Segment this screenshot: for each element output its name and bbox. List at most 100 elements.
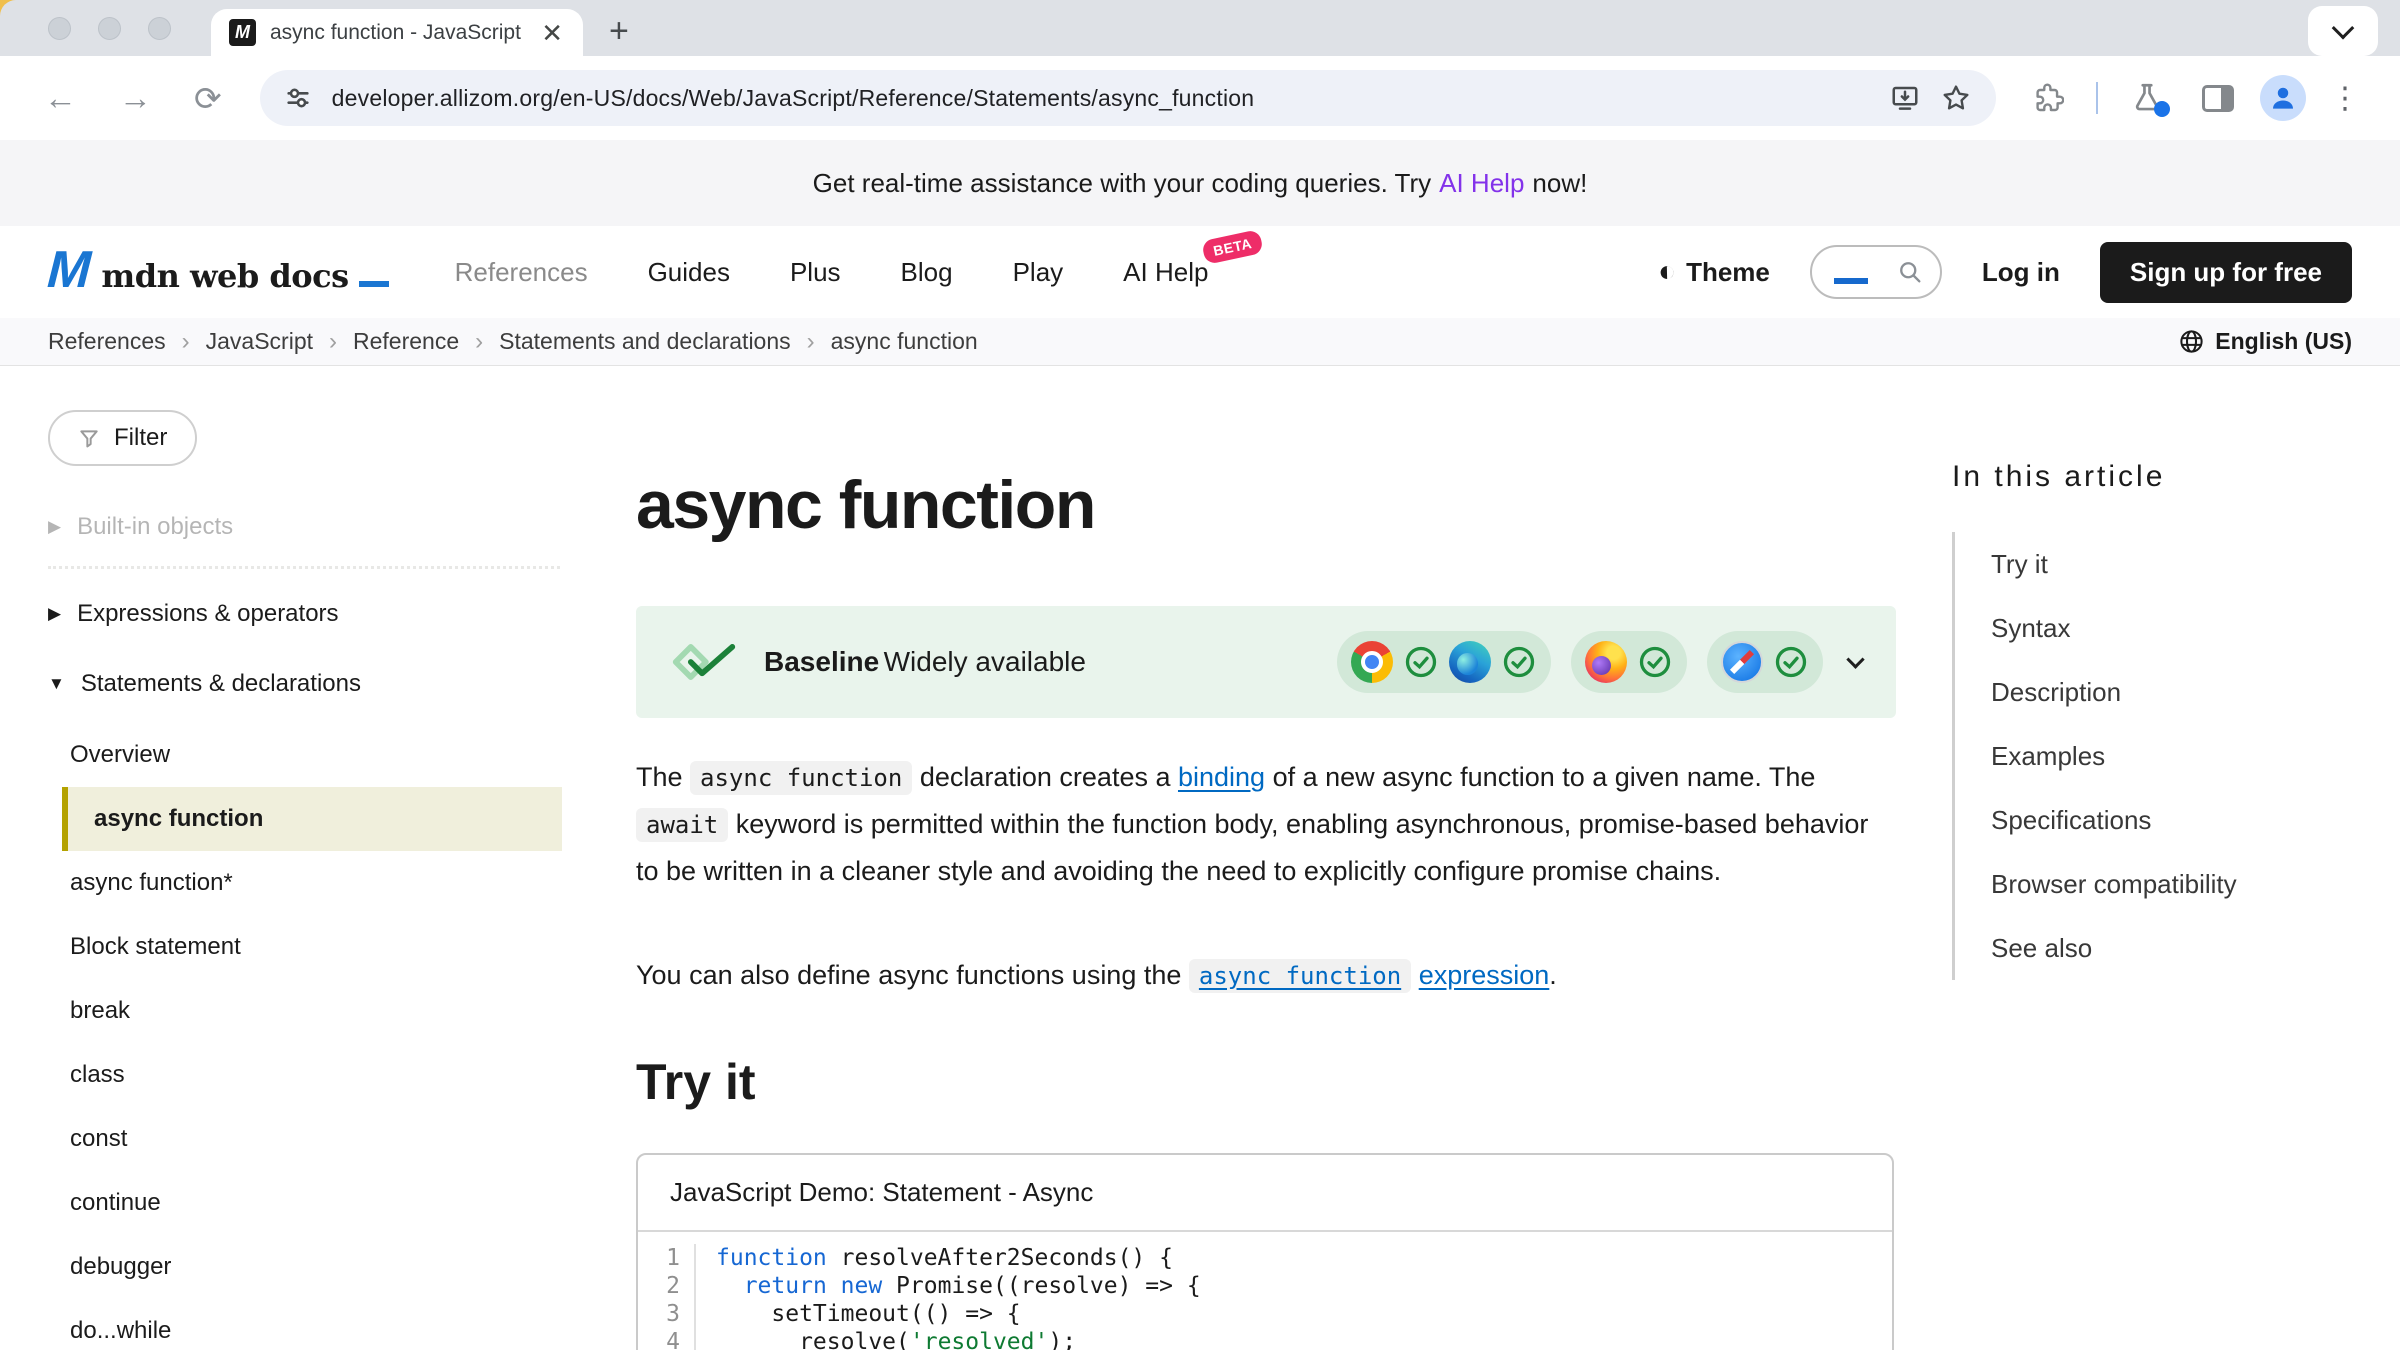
- check-circle-icon: [1773, 644, 1809, 680]
- firefox-support-pill: [1571, 631, 1687, 693]
- main-nav: References Guides Plus Blog Play AI Help…: [455, 257, 1209, 288]
- chevron-right-icon: ›: [329, 328, 337, 356]
- expanded-triangle-icon: ▼: [48, 674, 65, 694]
- toc-item-syntax[interactable]: Syntax: [1991, 596, 2360, 660]
- code-line: 3 setTimeout(() => {: [638, 1300, 1892, 1328]
- url-bar[interactable]: developer.allizom.org/en-US/docs/Web/Jav…: [260, 70, 1996, 126]
- sidebar-item-debugger[interactable]: debugger: [48, 1235, 562, 1299]
- baseline-banner[interactable]: Baseline Widely available: [636, 606, 1896, 718]
- demo-code-editor[interactable]: 1function resolveAfter2Seconds() { 2 ret…: [638, 1232, 1892, 1350]
- sidebar-item-async-function[interactable]: async function: [62, 787, 562, 851]
- code-line: 4 resolve('resolved');: [638, 1328, 1892, 1350]
- ai-help-link[interactable]: AI Help: [1439, 168, 1524, 199]
- crumb-javascript[interactable]: JavaScript: [206, 328, 313, 355]
- login-link[interactable]: Log in: [1982, 257, 2060, 288]
- forward-icon[interactable]: →: [105, 79, 166, 117]
- chevron-right-icon: ›: [182, 328, 190, 356]
- toc-item-examples[interactable]: Examples: [1991, 724, 2360, 788]
- mdn-logo[interactable]: M mdn web docs: [48, 250, 389, 295]
- toc-item-try-it[interactable]: Try it: [1991, 532, 2360, 596]
- mdn-favicon-icon: M: [229, 19, 256, 46]
- bookmark-star-icon[interactable]: [1940, 82, 1972, 114]
- crumb-references[interactable]: References: [48, 328, 166, 355]
- window-zoom-button[interactable]: [148, 17, 171, 40]
- second-paragraph: You can also define async functions usin…: [636, 952, 1881, 999]
- toc-title: In this article: [1952, 460, 2360, 494]
- toc-item-specifications[interactable]: Specifications: [1991, 788, 2360, 852]
- signup-button[interactable]: Sign up for free: [2100, 242, 2352, 303]
- sidebar-item-const[interactable]: const: [48, 1107, 562, 1171]
- demo-title: JavaScript Demo: Statement - Async: [638, 1155, 1892, 1232]
- edge-icon: [1449, 641, 1491, 683]
- sidebar-section-built-in-objects[interactable]: ▶ Built-in objects: [48, 492, 562, 562]
- code-line: 2 return new Promise((resolve) => {: [638, 1272, 1892, 1300]
- mdn-logo-mark: M: [43, 250, 97, 292]
- install-icon[interactable]: [1890, 83, 1920, 113]
- safari-icon: [1721, 641, 1763, 683]
- nav-play[interactable]: Play: [1013, 257, 1064, 288]
- promo-text-after: now!: [1532, 168, 1587, 199]
- toc-item-browser-compatibility[interactable]: Browser compatibility: [1991, 852, 2360, 916]
- side-panel-icon[interactable]: [2190, 85, 2246, 112]
- browser-tab[interactable]: M async function - JavaScript | ✕: [211, 9, 583, 56]
- sidebar-item-class[interactable]: class: [48, 1043, 562, 1107]
- sidebar-item-continue[interactable]: continue: [48, 1171, 562, 1235]
- browser-toolbar: ← → ⟳ developer.allizom.org/en-US/docs/W…: [0, 56, 2400, 140]
- nav-blog[interactable]: Blog: [901, 257, 953, 288]
- sidebar-item-do-while[interactable]: do...while: [48, 1299, 562, 1350]
- reload-icon[interactable]: ⟳: [180, 79, 236, 118]
- language-selector[interactable]: English (US): [2178, 328, 2352, 355]
- sidebar-item-async-function-star[interactable]: async function*: [48, 851, 562, 915]
- sidebar-section-statements[interactable]: ▼ Statements & declarations: [48, 649, 562, 719]
- breadcrumb-bar: References › JavaScript › Reference › St…: [0, 318, 2400, 366]
- intro-paragraph: The async function declaration creates a…: [636, 754, 1881, 894]
- baseline-status: Baseline Widely available: [764, 646, 1086, 678]
- back-icon[interactable]: ←: [30, 79, 91, 117]
- new-tab-button[interactable]: +: [609, 14, 629, 56]
- profile-avatar[interactable]: [2260, 75, 2306, 121]
- chevron-right-icon: ›: [807, 328, 815, 356]
- baseline-expand-chevron-icon[interactable]: [1846, 650, 1864, 668]
- collapsed-triangle-icon: ▶: [48, 604, 61, 624]
- sidebar-item-break[interactable]: break: [48, 979, 562, 1043]
- window-close-button[interactable]: [48, 17, 71, 40]
- site-settings-icon[interactable]: [284, 84, 312, 112]
- beta-badge: BETA: [1202, 229, 1265, 265]
- crumb-reference[interactable]: Reference: [353, 328, 459, 355]
- search-input[interactable]: [1810, 245, 1942, 299]
- mdn-logo-underscore: [359, 281, 389, 287]
- labs-flask-icon[interactable]: [2118, 81, 2176, 115]
- sidebar-section-expressions[interactable]: ▶ Expressions & operators: [48, 579, 562, 649]
- tab-close-icon[interactable]: ✕: [537, 20, 567, 46]
- chevron-right-icon: ›: [475, 328, 483, 356]
- expression-link[interactable]: expression: [1419, 960, 1550, 990]
- chevron-down-icon: [2332, 17, 2355, 40]
- page-title: async function: [636, 466, 1928, 544]
- extensions-icon[interactable]: [2020, 82, 2076, 114]
- tab-search-button[interactable]: [2308, 6, 2378, 56]
- filter-button[interactable]: Filter: [48, 410, 197, 466]
- nav-plus[interactable]: Plus: [790, 257, 841, 288]
- nav-ai-help[interactable]: AI Help BETA: [1123, 257, 1208, 288]
- window-minimize-button[interactable]: [98, 17, 121, 40]
- theme-toggle[interactable]: ◐ Theme: [1658, 257, 1770, 288]
- check-circle-icon: [1403, 644, 1439, 680]
- crumb-current[interactable]: async function: [831, 328, 978, 355]
- nav-references[interactable]: References: [455, 257, 588, 288]
- fade-divider: [48, 566, 560, 569]
- theme-icon: ◐: [1658, 257, 1676, 287]
- async-function-expression-code-link[interactable]: async function: [1189, 960, 1411, 990]
- url-text[interactable]: developer.allizom.org/en-US/docs/Web/Jav…: [332, 85, 1870, 112]
- crumb-statements[interactable]: Statements and declarations: [499, 328, 791, 355]
- toc-item-description[interactable]: Description: [1991, 660, 2360, 724]
- binding-link[interactable]: binding: [1178, 762, 1265, 792]
- firefox-icon: [1585, 641, 1627, 683]
- nav-guides[interactable]: Guides: [648, 257, 730, 288]
- sidebar-item-block-statement[interactable]: Block statement: [48, 915, 562, 979]
- tryit-heading: Try it: [636, 1053, 1928, 1111]
- browser-menu-icon[interactable]: ⋮: [2320, 81, 2370, 116]
- toc-item-see-also[interactable]: See also: [1991, 916, 2360, 980]
- window-controls: [0, 0, 171, 56]
- filter-funnel-icon: [78, 427, 100, 449]
- sidebar-item-overview[interactable]: Overview: [48, 723, 562, 787]
